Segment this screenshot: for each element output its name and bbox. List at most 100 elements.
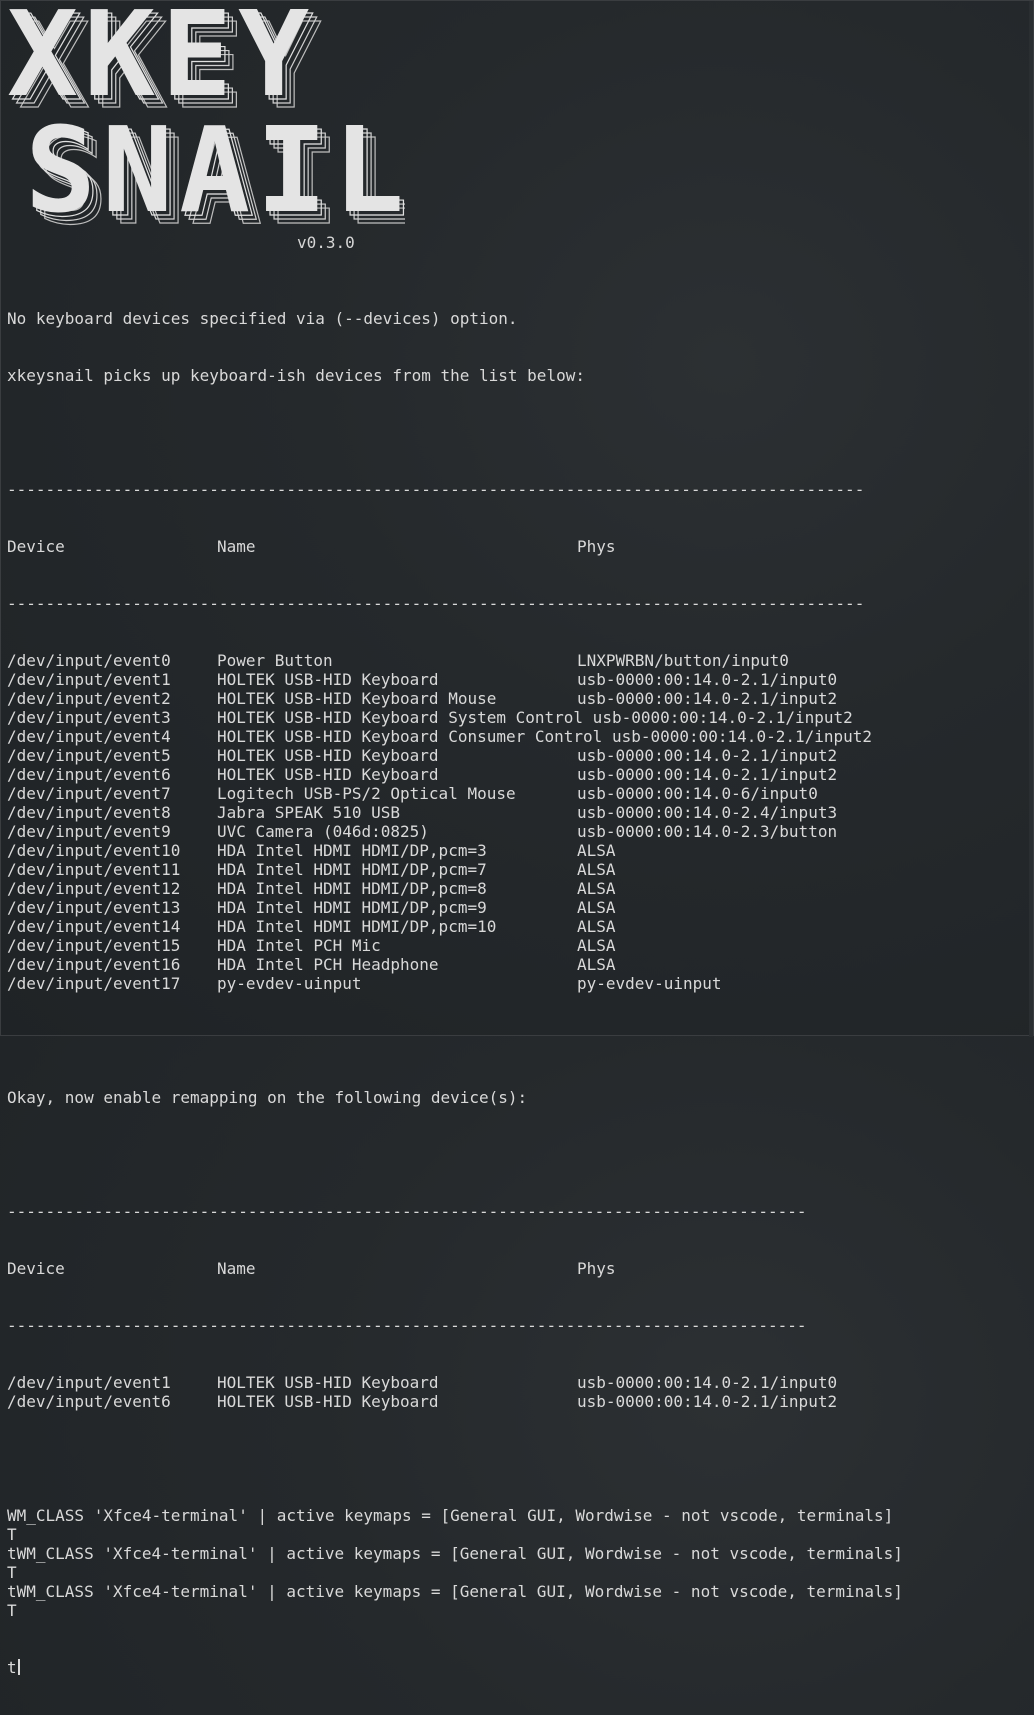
device-row: /dev/input/event3 HOLTEK USB-HID Keyboard… [7, 708, 1027, 727]
device-path: /dev/input/event11 [7, 860, 181, 879]
device-name: HDA Intel HDMI HDMI/DP,pcm=9 [217, 898, 487, 917]
device-name: HOLTEK USB-HID Keyboard Consumer Control… [217, 727, 873, 746]
device-row: /dev/input/event7 Logitech USB-PS/2 Optic… [7, 784, 1027, 803]
device-path: /dev/input/event6 [7, 765, 171, 784]
col-device-header: Device [7, 537, 65, 556]
device-path: /dev/input/event15 [7, 936, 181, 955]
device-phys: usb-0000:00:14.0-2.1/input0 [577, 670, 838, 689]
device-row: /dev/input/event10 HDA Intel HDMI HDMI/DP… [7, 841, 1027, 860]
device-row: /dev/input/event2 HOLTEK USB-HID Keyboard… [7, 689, 1027, 708]
table1-body: /dev/input/event0 Power Button LNXPWRBN/bu… [7, 651, 1027, 993]
device-phys: ALSA [577, 955, 616, 974]
text-cursor [17, 1659, 20, 1675]
device-phys: ALSA [577, 898, 616, 917]
device-path: /dev/input/event5 [7, 746, 171, 765]
col-name-header: Name [217, 537, 256, 556]
device-row: /dev/input/event6 HOLTEK USB-HID Keyboard… [7, 765, 1027, 784]
device-path: /dev/input/event2 [7, 689, 171, 708]
device-path: /dev/input/event3 [7, 708, 171, 727]
device-row: /dev/input/event13 HDA Intel HDMI HDMI/DP… [7, 898, 1027, 917]
col-device-header: Device [7, 1259, 65, 1278]
device-row: /dev/input/event5 HOLTEK USB-HID Keyboard… [7, 746, 1027, 765]
device-row: /dev/input/event6 HOLTEK USB-HID Keyboard… [7, 1392, 1027, 1411]
device-name: Power Button [217, 651, 333, 670]
device-name: HOLTEK USB-HID Keyboard [217, 1392, 439, 1411]
device-phys: LNXPWRBN/button/input0 [577, 651, 789, 670]
device-phys: usb-0000:00:14.0-2.3/button [577, 822, 838, 841]
device-row: /dev/input/event15 HDA Intel PCH Mic ALSA [7, 936, 1027, 955]
device-name: py-evdev-uinput [217, 974, 362, 993]
device-phys: usb-0000:00:14.0-6/input0 [577, 784, 818, 803]
log-line: T [7, 1563, 17, 1582]
device-phys: usb-0000:00:14.0-2.1/input2 [577, 689, 838, 708]
col-name-header: Name [217, 1259, 256, 1278]
prompt-line[interactable]: t [7, 1658, 1027, 1677]
device-phys: usb-0000:00:14.0-2.1/input0 [577, 1373, 838, 1392]
device-row: /dev/input/event1 HOLTEK USB-HID Keyboard… [7, 670, 1027, 689]
device-path: /dev/input/event1 [7, 670, 171, 689]
device-phys: ALSA [577, 860, 616, 879]
device-phys: ALSA [577, 936, 616, 955]
table2-header: Device Name Phys [7, 1259, 1027, 1278]
intro-line: No keyboard devices specified via (--dev… [7, 309, 518, 328]
device-name: HDA Intel HDMI HDMI/DP,pcm=7 [217, 860, 487, 879]
device-row: /dev/input/event12 HDA Intel HDMI HDMI/DP… [7, 879, 1027, 898]
device-name: HOLTEK USB-HID Keyboard System Control u… [217, 708, 853, 727]
device-path: /dev/input/event0 [7, 651, 171, 670]
device-phys: usb-0000:00:14.0-2.1/input2 [577, 765, 838, 784]
table2-rule: ----------------------------------------… [7, 1316, 807, 1335]
log-output: WM_CLASS 'Xfce4-terminal' | active keyma… [7, 1506, 1027, 1620]
banner-word2: SNAIL [25, 101, 405, 229]
device-row: /dev/input/event4 HOLTEK USB-HID Keyboard… [7, 727, 1027, 746]
device-path: /dev/input/event17 [7, 974, 181, 993]
device-phys: ALSA [577, 879, 616, 898]
device-path: /dev/input/event8 [7, 803, 171, 822]
device-path: /dev/input/event9 [7, 822, 171, 841]
device-path: /dev/input/event1 [7, 1373, 171, 1392]
scrollbar[interactable] [1029, 1, 1033, 1037]
device-name: HOLTEK USB-HID Keyboard [217, 1373, 439, 1392]
device-row: /dev/input/event8 Jabra SPEAK 510 USB usb-… [7, 803, 1027, 822]
table1-rule: ----------------------------------------… [7, 594, 865, 613]
device-path: /dev/input/event4 [7, 727, 171, 746]
terminal-window[interactable]: XKEY XKEY XKEY XKEY SNAIL SNAIL SNAIL SN… [0, 0, 1034, 1677]
device-path: /dev/input/event13 [7, 898, 181, 917]
intro-line: xkeysnail picks up keyboard-ish devices … [7, 366, 585, 385]
table2-rule: ----------------------------------------… [7, 1202, 807, 1221]
device-name: HOLTEK USB-HID Keyboard [217, 746, 439, 765]
device-phys: py-evdev-uinput [577, 974, 722, 993]
prompt-text: t [7, 1658, 17, 1677]
device-name: Jabra SPEAK 510 USB [217, 803, 401, 822]
log-line: T [7, 1601, 17, 1620]
table2-body: /dev/input/event1 HOLTEK USB-HID Keyboard… [7, 1373, 1027, 1411]
device-phys: usb-0000:00:14.0-2.1/input2 [577, 1392, 838, 1411]
device-name: HOLTEK USB-HID Keyboard Mouse [217, 689, 497, 708]
device-path: /dev/input/event14 [7, 917, 181, 936]
device-phys: ALSA [577, 841, 616, 860]
col-phys-header: Phys [577, 1259, 616, 1278]
col-phys-header: Phys [577, 537, 616, 556]
log-line: WM_CLASS 'Xfce4-terminal' | active keyma… [7, 1506, 894, 1525]
device-name: HDA Intel HDMI HDMI/DP,pcm=8 [217, 879, 487, 898]
device-row: /dev/input/event0 Power Button LNXPWRBN/bu… [7, 651, 1027, 670]
device-row: /dev/input/event16 HDA Intel PCH Headphon… [7, 955, 1027, 974]
table1-header: Device Name Phys [7, 537, 1027, 556]
enable-message: Okay, now enable remapping on the follow… [7, 1088, 528, 1107]
device-path: /dev/input/event6 [7, 1392, 171, 1411]
device-row: /dev/input/event9 UVC Camera (046d:0825) u… [7, 822, 1027, 841]
device-phys: usb-0000:00:14.0-2.1/input2 [577, 746, 838, 765]
device-path: /dev/input/event12 [7, 879, 181, 898]
device-name: HDA Intel HDMI HDMI/DP,pcm=3 [217, 841, 487, 860]
device-path: /dev/input/event16 [7, 955, 181, 974]
version-label: v0.3.0 [297, 233, 355, 252]
device-name: HDA Intel PCH Mic [217, 936, 381, 955]
device-name: HOLTEK USB-HID Keyboard [217, 670, 439, 689]
device-phys: ALSA [577, 917, 616, 936]
device-name: HDA Intel HDMI HDMI/DP,pcm=10 [217, 917, 497, 936]
log-line: tWM_CLASS 'Xfce4-terminal' | active keym… [7, 1582, 903, 1601]
device-row: /dev/input/event11 HDA Intel HDMI HDMI/DP… [7, 860, 1027, 879]
device-row: /dev/input/event14 HDA Intel HDMI HDMI/DP… [7, 917, 1027, 936]
device-name: UVC Camera (046d:0825) [217, 822, 429, 841]
xkeysnail-ascii-logo: XKEY XKEY XKEY XKEY SNAIL SNAIL SNAIL SN… [7, 3, 405, 229]
device-row: /dev/input/event1 HOLTEK USB-HID Keyboard… [7, 1373, 1027, 1392]
